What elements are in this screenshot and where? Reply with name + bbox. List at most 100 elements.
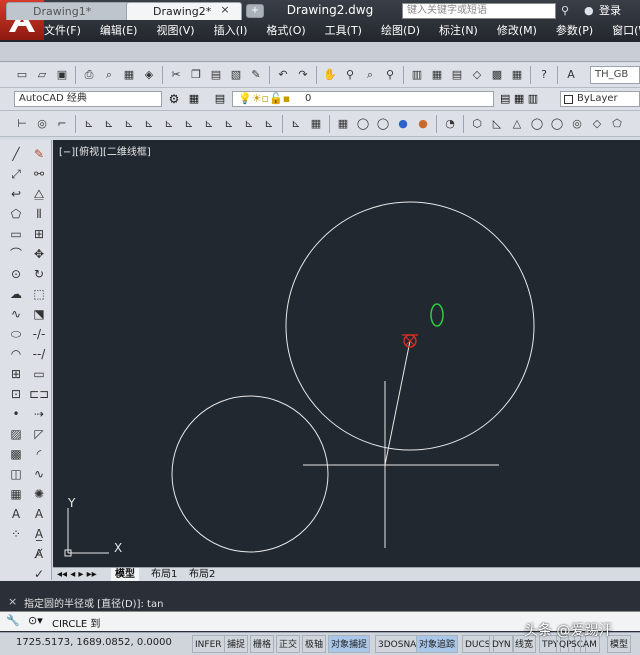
menu-item-8[interactable]: 修改(M) [497, 21, 537, 41]
binoculars-icon[interactable]: ⚲ [561, 3, 569, 19]
blend-icon[interactable]: ∿ [29, 465, 49, 484]
move-icon[interactable]: ✥ [29, 245, 49, 264]
sphere-icon[interactable]: ◯ [528, 115, 546, 133]
status-toggle-7[interactable]: 对象追踪 [416, 635, 459, 653]
tab-layout1[interactable]: 布局1 [147, 568, 181, 581]
copy-object-icon[interactable]: ⚯ [29, 165, 49, 184]
3d-icon[interactable]: ◈ [140, 66, 158, 84]
text-align-icon[interactable]: A̲ [29, 525, 49, 544]
scale-icon[interactable]: ⬚ [29, 285, 49, 304]
workspace-select[interactable]: AutoCAD 经典 [14, 91, 162, 107]
visual-conceptual-icon[interactable]: ● [414, 115, 432, 133]
rectangle-icon[interactable]: ▭ [6, 225, 26, 244]
mirror-icon[interactable]: ⧋ [29, 185, 49, 204]
erase-icon[interactable]: ✎ [29, 145, 49, 164]
sheet-icon[interactable]: ◇ [468, 66, 486, 84]
copy-icon[interactable]: ❐ [187, 66, 205, 84]
circle-icon[interactable]: ⊙ [6, 265, 26, 284]
ucs-3point-icon[interactable]: ⊾ [200, 115, 218, 133]
gradient-icon[interactable]: ▩ [6, 445, 26, 464]
tab-drawing1[interactable]: Drawing1* [6, 2, 130, 20]
menu-item-4[interactable]: 格式(O) [266, 21, 305, 41]
preview-icon[interactable]: ⌕ [100, 66, 118, 84]
arc-icon[interactable]: ⌒ [6, 245, 26, 264]
recent-commands-icon[interactable]: ⊙▾ [28, 614, 43, 627]
add-selected-icon[interactable]: ⁘ [6, 525, 26, 544]
polyline-icon[interactable]: ↩ [6, 185, 26, 204]
zoom-window-icon[interactable]: ⌕ [361, 66, 379, 84]
new-tab-button[interactable]: + [246, 4, 264, 18]
coordinates-readout[interactable]: 1725.5173, 1689.0852, 0.0000 [16, 637, 172, 648]
status-toggle-3[interactable]: 正交 [276, 635, 301, 653]
menu-item-10[interactable]: 窗口(W) [612, 21, 640, 41]
user-icon[interactable]: ● [584, 3, 594, 19]
design-center-icon[interactable]: ▦ [428, 66, 446, 84]
torus-icon[interactable]: ◎ [568, 115, 586, 133]
text-style-icon[interactable]: A [562, 66, 580, 84]
revision-cloud-icon[interactable]: ☁ [6, 285, 26, 304]
layout-nav-icons[interactable]: ◂◂ ◂ ▸ ▸▸ [57, 568, 97, 581]
save-icon[interactable]: ▣ [53, 66, 71, 84]
spline-icon[interactable]: ∿ [6, 305, 26, 324]
match-icon[interactable]: ▧ [227, 66, 245, 84]
array-icon[interactable]: ⊞ [29, 225, 49, 244]
point-icon[interactable]: • [6, 405, 26, 424]
ucs-previous-icon[interactable]: ⊾ [80, 115, 98, 133]
gear-icon[interactable]: ⚙ [166, 91, 182, 107]
layer-tools-icons[interactable]: ▤ ▦ ▥ [500, 91, 556, 107]
hatch-icon[interactable]: ▨ [6, 425, 26, 444]
search-input[interactable]: 键入关键字或短语 [402, 3, 556, 19]
cut-icon[interactable]: ✂ [167, 66, 185, 84]
open-icon[interactable]: ▱ [33, 66, 51, 84]
cone-icon[interactable]: △ [508, 115, 526, 133]
multiline-text-icon[interactable]: A [6, 505, 26, 524]
polygon-icon[interactable]: ⬠ [6, 205, 26, 224]
extrude-icon[interactable]: ⬠ [608, 115, 626, 133]
status-toggle-2[interactable]: 栅格 [250, 635, 275, 653]
table-icon[interactable]: ▦ [6, 485, 26, 504]
offset-icon[interactable]: ⫴ [29, 205, 49, 224]
menu-item-5[interactable]: 工具(T) [325, 21, 362, 41]
properties-icon[interactable]: ▥ [408, 66, 426, 84]
break-icon[interactable]: ⊏⊐ [29, 385, 49, 404]
menu-item-9[interactable]: 参数(P) [556, 21, 593, 41]
wrench-icon[interactable]: 🔧 [6, 614, 20, 627]
pyramid-icon[interactable]: ◇ [588, 115, 606, 133]
ucs-world-icon[interactable]: ⌐ [53, 115, 71, 133]
ucs-object-icon[interactable]: ⊾ [120, 115, 138, 133]
menu-item-2[interactable]: 视图(V) [156, 21, 194, 41]
explode-icon[interactable]: ✺ [29, 485, 49, 504]
line-icon[interactable]: ╱ [6, 145, 26, 164]
menu-item-1[interactable]: 编辑(E) [100, 21, 138, 41]
layer-manager-icon[interactable]: ▤ [212, 91, 228, 107]
workspace-settings-icon[interactable]: ▦ [186, 91, 202, 107]
tab-model[interactable]: 模型 [111, 568, 139, 581]
ucs-zaxis-icon[interactable]: ⊾ [180, 115, 198, 133]
status-toggle-0[interactable]: INFER [192, 635, 225, 653]
menu-item-6[interactable]: 绘图(D) [381, 21, 420, 41]
help-icon[interactable]: ? [535, 66, 553, 84]
wedge-icon[interactable]: ◺ [488, 115, 506, 133]
menu-item-3[interactable]: 插入(I) [214, 21, 248, 41]
paste-icon[interactable]: ▤ [207, 66, 225, 84]
tool-palette-icon[interactable]: ▤ [448, 66, 466, 84]
brush-icon[interactable]: ✎ [247, 66, 265, 84]
chamfer-icon[interactable]: ◸ [29, 425, 49, 444]
break-point-icon[interactable]: ▭ [29, 365, 49, 384]
menu-item-7[interactable]: 标注(N) [439, 21, 478, 41]
region-icon[interactable]: ◫ [6, 465, 26, 484]
visual-2d-icon[interactable]: ▦ [334, 115, 352, 133]
calculator-icon[interactable]: ▦ [508, 66, 526, 84]
linear-dim-icon[interactable]: ⊢ [13, 115, 31, 133]
close-tab-icon[interactable]: × [218, 2, 232, 18]
text-style-select[interactable]: TH_GB [590, 66, 640, 84]
ucs-icon[interactable]: ◎ [33, 115, 51, 133]
construction-line-icon[interactable]: ⤢ [6, 165, 26, 184]
stretch-icon[interactable]: ⬔ [29, 305, 49, 324]
visual-hidden-icon[interactable]: ◯ [374, 115, 392, 133]
ucs-origin-icon[interactable]: ⊾ [160, 115, 178, 133]
new-icon[interactable]: ▭ [13, 66, 31, 84]
drawing-canvas[interactable]: [−][俯视][二维线框] Y X [53, 140, 640, 567]
ellipse-icon[interactable]: ⬭ [6, 325, 26, 344]
ellipse-arc-icon[interactable]: ◠ [6, 345, 26, 364]
